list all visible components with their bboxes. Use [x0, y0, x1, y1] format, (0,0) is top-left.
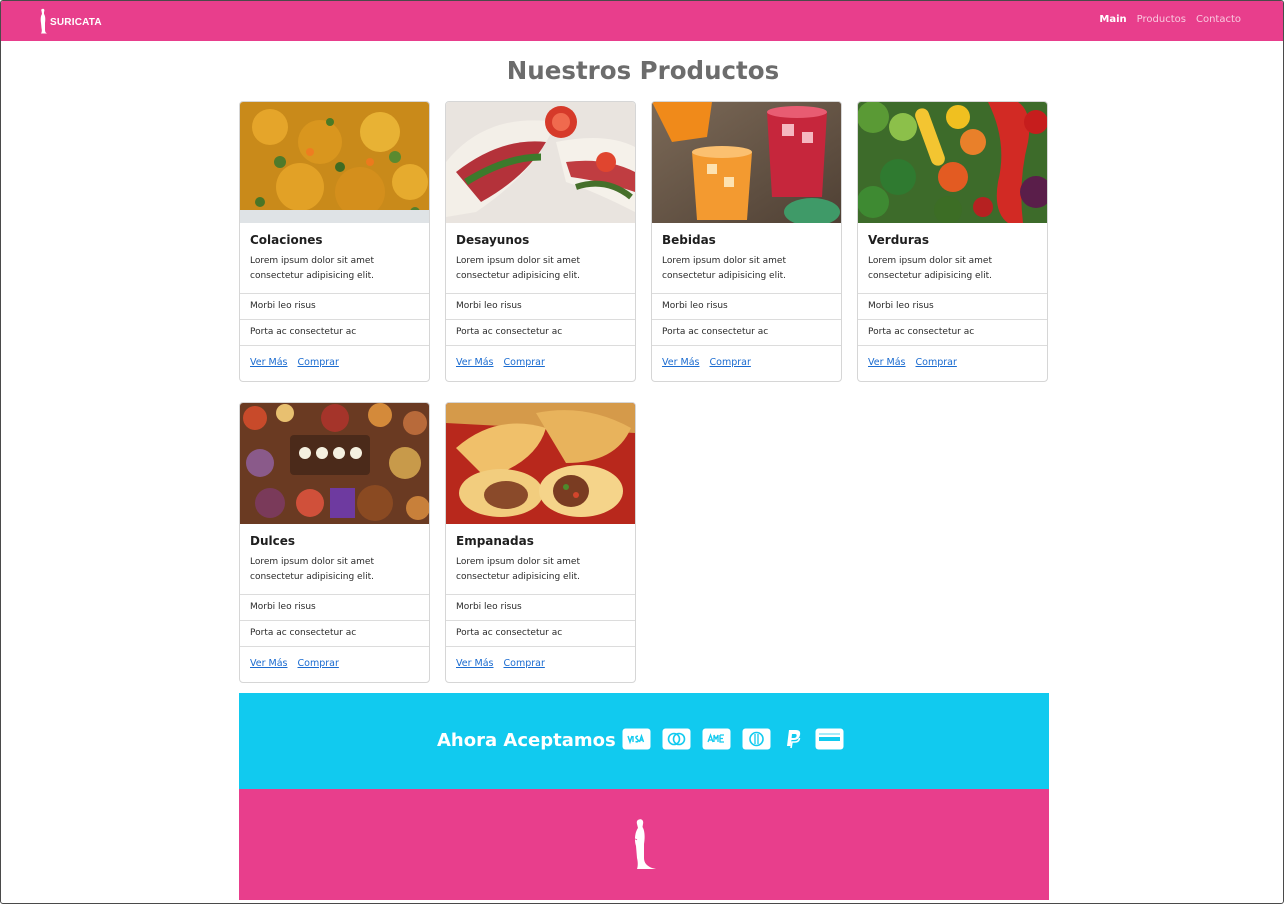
- list-item: Morbi leo risus: [240, 594, 429, 620]
- card-text: Lorem ipsum dolor sit amet consectetur a…: [250, 256, 374, 281]
- desayunos-image: [446, 102, 635, 223]
- list-item: Porta ac consectetur ac: [446, 620, 635, 646]
- bebidas-image: [652, 102, 841, 223]
- comprar-link[interactable]: Comprar: [298, 658, 339, 669]
- card-text: Lorem ipsum dolor sit amet consectetur a…: [250, 557, 374, 582]
- list-item: Morbi leo risus: [240, 293, 429, 319]
- product-card-desayunos: Desayunos Lorem ipsum dolor sit amet con…: [445, 101, 636, 382]
- payments-label: Ahora Aceptamos: [437, 730, 616, 751]
- ver-mas-link[interactable]: Ver Más: [250, 658, 288, 669]
- card-text: Lorem ipsum dolor sit amet consectetur a…: [456, 256, 580, 281]
- ver-mas-link[interactable]: Ver Más: [456, 658, 494, 669]
- card-text: Lorem ipsum dolor sit amet consectetur a…: [868, 256, 992, 281]
- ver-mas-link[interactable]: Ver Más: [662, 357, 700, 368]
- comprar-link[interactable]: Comprar: [916, 357, 957, 368]
- card-text: Lorem ipsum dolor sit amet consectetur a…: [456, 557, 580, 582]
- comprar-link[interactable]: Comprar: [298, 357, 339, 368]
- empanadas-image: [446, 403, 635, 524]
- card-footer: Ver Más Comprar: [240, 646, 429, 682]
- comprar-link[interactable]: Comprar: [504, 658, 545, 669]
- card-title: Bebidas: [662, 233, 716, 247]
- page-title: Nuestros Productos: [506, 56, 780, 85]
- amex-icon: [702, 728, 731, 750]
- visa-icon: [622, 728, 651, 750]
- product-card-bebidas: Bebidas Lorem ipsum dolor sit amet conse…: [651, 101, 842, 382]
- list-item: Morbi leo risus: [652, 293, 841, 319]
- card-title: Colaciones: [250, 233, 323, 247]
- payment-icons: [622, 728, 844, 750]
- nav-main[interactable]: Main: [1099, 14, 1126, 25]
- card-title: Verduras: [868, 233, 929, 247]
- card-footer: Ver Más Comprar: [446, 646, 635, 682]
- brand-name: SURICATA: [50, 17, 102, 28]
- paypal-icon: [782, 728, 804, 750]
- card-icon: [815, 728, 844, 750]
- brand-logo[interactable]: SURICATA: [37, 8, 102, 34]
- ver-mas-link[interactable]: Ver Más: [250, 357, 288, 368]
- card-footer: Ver Más Comprar: [446, 345, 635, 381]
- product-card-dulces: Dulces Lorem ipsum dolor sit amet consec…: [239, 402, 430, 683]
- card-footer: Ver Más Comprar: [858, 345, 1047, 381]
- list-item: Porta ac consectetur ac: [240, 319, 429, 345]
- dulces-image: [240, 403, 429, 524]
- card-title: Desayunos: [456, 233, 530, 247]
- card-footer: Ver Más Comprar: [652, 345, 841, 381]
- mastercard-icon: [662, 728, 691, 750]
- ver-mas-link[interactable]: Ver Más: [868, 357, 906, 368]
- list-item: Porta ac consectetur ac: [652, 319, 841, 345]
- meerkat-icon: [628, 818, 658, 874]
- ver-mas-link[interactable]: Ver Más: [456, 357, 494, 368]
- payments-banner: Ahora Aceptamos: [239, 693, 1049, 789]
- comprar-link[interactable]: Comprar: [504, 357, 545, 368]
- list-item: Porta ac consectetur ac: [446, 319, 635, 345]
- footer: [239, 789, 1049, 900]
- card-title: Empanadas: [456, 534, 534, 548]
- card-title: Dulces: [250, 534, 296, 548]
- main-nav: Main Productos Contacto: [1099, 14, 1241, 25]
- colaciones-image: [240, 102, 429, 223]
- meerkat-icon: [40, 8, 47, 34]
- list-item: Morbi leo risus: [446, 293, 635, 319]
- product-card-verduras: Verduras Lorem ipsum dolor sit amet cons…: [857, 101, 1048, 382]
- comprar-link[interactable]: Comprar: [710, 357, 751, 368]
- diners-icon: [742, 728, 771, 750]
- product-card-empanadas: Empanadas Lorem ipsum dolor sit amet con…: [445, 402, 636, 683]
- nav-productos[interactable]: Productos: [1137, 14, 1186, 25]
- card-text: Lorem ipsum dolor sit amet consectetur a…: [662, 256, 786, 281]
- list-item: Morbi leo risus: [858, 293, 1047, 319]
- list-item: Porta ac consectetur ac: [240, 620, 429, 646]
- card-footer: Ver Más Comprar: [240, 345, 429, 381]
- list-item: Porta ac consectetur ac: [858, 319, 1047, 345]
- navbar: SURICATA Main Productos Contacto: [1, 1, 1283, 41]
- browser-viewport: SURICATA Main Productos Contacto Nuestro…: [0, 0, 1284, 904]
- verduras-image: [858, 102, 1047, 223]
- list-item: Morbi leo risus: [446, 594, 635, 620]
- nav-contacto[interactable]: Contacto: [1196, 14, 1241, 25]
- product-card-colaciones: Colaciones Lorem ipsum dolor sit amet co…: [239, 101, 430, 382]
